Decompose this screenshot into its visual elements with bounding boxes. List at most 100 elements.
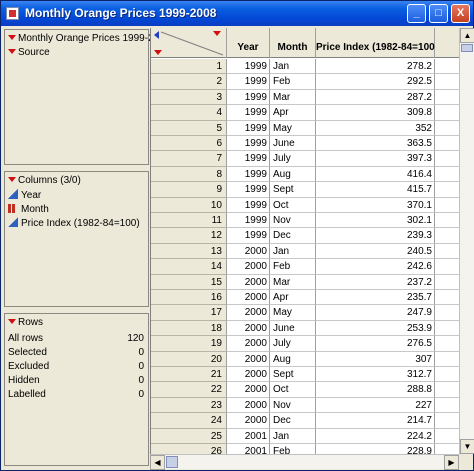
row-number-cell[interactable]: 22 [151,382,227,398]
empty-cell[interactable] [435,444,459,454]
row-number-cell[interactable]: 15 [151,274,227,290]
row-number-cell[interactable]: 10 [151,197,227,213]
year-cell[interactable]: 2000 [227,382,270,398]
year-cell[interactable]: 2000 [227,367,270,383]
vertical-scroll-thumb[interactable] [461,44,473,52]
year-cell[interactable]: 1999 [227,136,270,152]
year-cell[interactable]: 2000 [227,305,270,321]
title-bar[interactable]: Monthly Orange Prices 1999-2008 _ □ X [1,1,473,26]
price-cell[interactable]: 370.1 [316,197,435,213]
table-row[interactable]: 24 2000 Dec 214.7 [151,413,459,429]
month-cell[interactable]: Jan [270,428,316,444]
table-row[interactable]: 19 2000 July 276.5 [151,336,459,352]
month-cell[interactable]: Nov [270,397,316,414]
row-number-cell[interactable]: 20 [151,351,227,367]
month-cell[interactable]: Apr [270,105,316,121]
table-row[interactable]: 22 2000 Oct 288.8 [151,382,459,398]
price-cell[interactable]: 307 [316,351,435,367]
table-row[interactable]: 15 2000 Mar 237.2 [151,274,459,290]
price-cell[interactable]: 240.5 [316,243,435,260]
row-number-cell[interactable]: 17 [151,305,227,321]
column-header-empty[interactable] [435,28,459,58]
empty-cell[interactable] [435,136,459,152]
column-item-price[interactable]: Price Index (1982-84=100) [8,217,140,231]
column-header-year[interactable]: Year [227,28,270,58]
price-cell[interactable]: 227 [316,397,435,414]
table-row[interactable]: 4 1999 Apr 309.8 [151,105,459,121]
row-number-cell[interactable]: 21 [151,367,227,383]
year-cell[interactable]: 2000 [227,336,270,352]
month-cell[interactable]: Jan [270,59,316,75]
month-cell[interactable]: Dec [270,228,316,244]
table-row[interactable]: 3 1999 Mar 287.2 [151,89,459,106]
row-number-cell[interactable]: 19 [151,336,227,352]
empty-cell[interactable] [435,74,459,90]
year-cell[interactable]: 2001 [227,444,270,454]
table-row[interactable]: 25 2001 Jan 224.2 [151,428,459,444]
year-cell[interactable]: 1999 [227,197,270,213]
year-cell[interactable]: 2001 [227,428,270,444]
empty-cell[interactable] [435,228,459,244]
scroll-left-icon[interactable]: ◀ [150,455,165,470]
horizontal-scroll-thumb[interactable] [166,456,178,468]
row-number-cell[interactable]: 14 [151,259,227,275]
row-number-cell[interactable]: 11 [151,213,227,229]
dropdown-triangle-icon[interactable] [8,177,16,182]
table-row[interactable]: 21 2000 Sept 312.7 [151,367,459,383]
table-row[interactable]: 12 1999 Dec 239.3 [151,228,459,244]
row-number-cell[interactable]: 5 [151,120,227,136]
table-name-item[interactable]: Monthly Orange Prices 1999-2 [8,32,154,46]
year-cell[interactable]: 1999 [227,89,270,106]
month-cell[interactable]: July [270,336,316,352]
year-cell[interactable]: 2000 [227,243,270,260]
month-cell[interactable]: Feb [270,444,316,454]
empty-cell[interactable] [435,259,459,275]
dropdown-triangle-icon[interactable] [8,319,16,324]
table-row[interactable]: 18 2000 June 253.9 [151,320,459,337]
table-row[interactable]: 9 1999 Sept 415.7 [151,182,459,198]
month-cell[interactable]: Aug [270,166,316,183]
price-cell[interactable]: 224.2 [316,428,435,444]
year-cell[interactable]: 1999 [227,74,270,90]
table-row[interactable]: 2 1999 Feb 292.5 [151,74,459,90]
year-cell[interactable]: 1999 [227,213,270,229]
year-cell[interactable]: 2000 [227,351,270,367]
empty-cell[interactable] [435,182,459,198]
empty-cell[interactable] [435,275,459,290]
month-cell[interactable]: Oct [270,382,316,398]
price-cell[interactable]: 287.2 [316,89,435,106]
price-cell[interactable]: 235.7 [316,290,435,306]
empty-cell[interactable] [435,321,459,337]
price-cell[interactable]: 214.7 [316,413,435,429]
row-number-cell[interactable]: 24 [151,413,227,429]
table-row[interactable]: 5 1999 May 352 [151,120,459,136]
price-cell[interactable]: 309.8 [316,105,435,121]
dropdown-triangle-icon[interactable] [8,49,16,54]
year-cell[interactable]: 2000 [227,290,270,306]
row-number-cell[interactable]: 4 [151,105,227,121]
price-cell[interactable]: 292.5 [316,74,435,90]
year-cell[interactable]: 2000 [227,259,270,275]
empty-cell[interactable] [435,367,459,383]
column-item-year[interactable]: Year [8,189,41,203]
month-cell[interactable]: Dec [270,413,316,429]
row-number-cell[interactable]: 3 [151,89,227,106]
empty-cell[interactable] [435,198,459,213]
row-number-cell[interactable]: 6 [151,136,227,152]
price-cell[interactable]: 242.6 [316,259,435,275]
table-row[interactable]: 10 1999 Oct 370.1 [151,197,459,213]
price-cell[interactable]: 416.4 [316,166,435,183]
row-number-cell[interactable]: 26 [151,444,227,454]
month-cell[interactable]: June [270,136,316,152]
empty-cell[interactable] [435,167,459,183]
price-cell[interactable]: 276.5 [316,336,435,352]
month-cell[interactable]: June [270,320,316,337]
month-cell[interactable]: Nov [270,213,316,229]
row-number-cell[interactable]: 9 [151,182,227,198]
row-number-cell[interactable]: 16 [151,290,227,306]
month-cell[interactable]: Mar [270,89,316,106]
price-cell[interactable]: 288.8 [316,382,435,398]
empty-cell[interactable] [435,429,459,444]
scroll-down-icon[interactable]: ▼ [460,439,474,454]
row-number-cell[interactable]: 8 [151,166,227,183]
